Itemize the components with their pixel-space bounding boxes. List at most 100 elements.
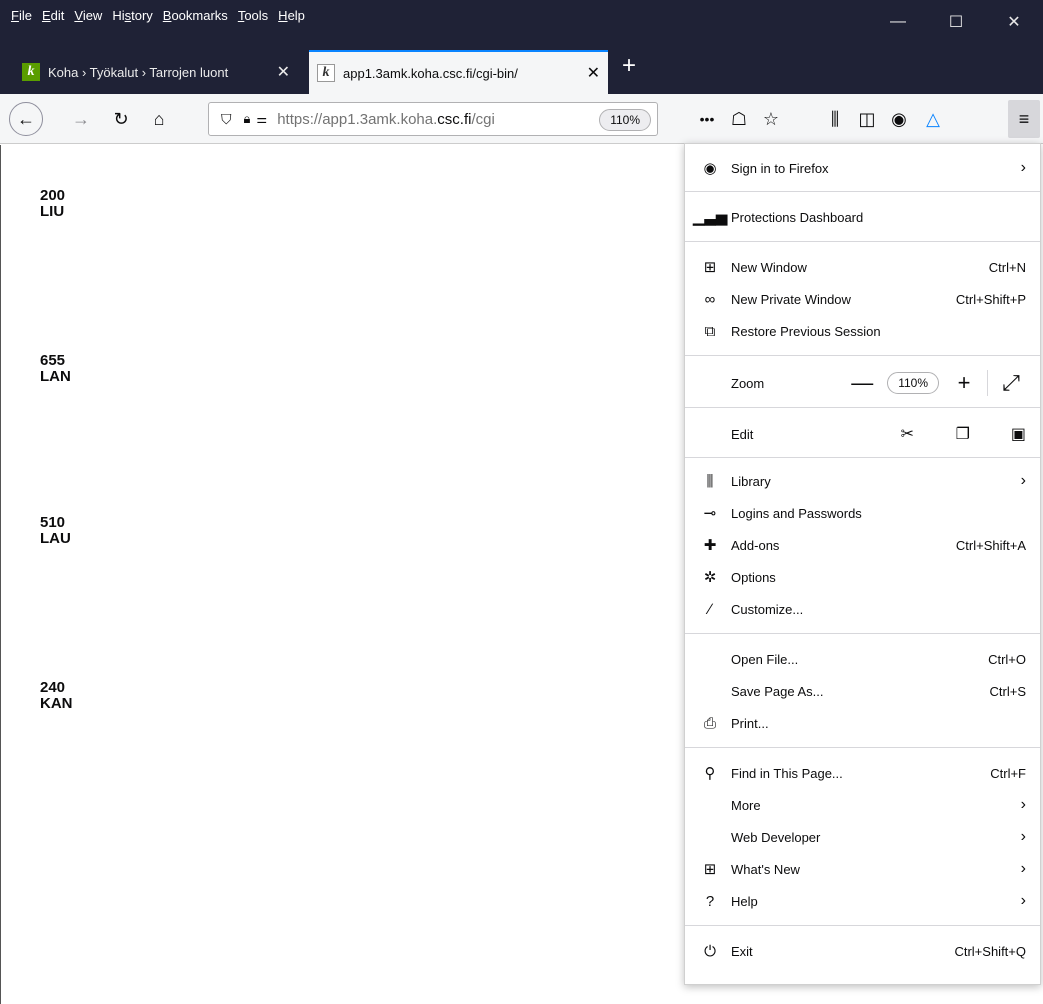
zoom-out-button[interactable]: — [847, 370, 877, 396]
url-bar[interactable]: ⛉ 🔒︎ ⚌ https://app1.3amk.koha.csc.fi/cgi… [208, 102, 658, 136]
reload-button[interactable]: ↻ [106, 94, 136, 144]
restore-session-item[interactable]: ⧉ Restore Previous Session [685, 315, 1040, 347]
whats-new-item[interactable]: ⊞ What's New › [685, 853, 1040, 885]
protections-dashboard-item[interactable]: ▁▃▅ Protections Dashboard [685, 201, 1040, 233]
menu-edit[interactable]: Edit [42, 8, 64, 23]
puzzle-icon: ✚ [703, 537, 717, 554]
logins-passwords-item[interactable]: ⊸ Logins and Passwords [685, 497, 1040, 529]
new-tab-button[interactable]: + [622, 52, 636, 80]
add-ons-item[interactable]: ✚ Add-ons Ctrl+Shift+A [685, 529, 1040, 561]
home-icon: ⌂ [153, 108, 165, 129]
menu-bar: File Edit View History Bookmarks Tools H… [6, 0, 310, 44]
chevron-right-icon: › [1020, 892, 1026, 909]
tab-close-icon[interactable]: ✕ [587, 63, 600, 83]
account-icon: ◉ [703, 160, 717, 177]
url-text: https://app1.3amk.koha.csc.fi/cgi [277, 110, 495, 128]
save-page-item[interactable]: Save Page As... Ctrl+S [685, 675, 1040, 707]
permissions-icon[interactable]: ⚌ [256, 112, 267, 126]
open-file-item[interactable]: Open File... Ctrl+O [685, 643, 1040, 675]
zoom-in-button[interactable]: + [949, 370, 979, 396]
menu-view[interactable]: View [74, 8, 102, 23]
maximize-button[interactable]: ☐ [927, 0, 985, 44]
sidebar-icon: ◫ [858, 108, 876, 129]
home-button[interactable]: ⌂ [144, 94, 174, 144]
label-code: LIU [40, 203, 65, 220]
chevron-right-icon: › [1020, 796, 1026, 813]
app-menu-panel: ◉ Sign in to Firefox › ▁▃▅ Protections D… [684, 143, 1041, 985]
menu-bookmarks[interactable]: Bookmarks [163, 8, 228, 23]
bookmark-star-button[interactable]: ☆ [756, 94, 786, 144]
menu-file[interactable]: File [11, 8, 32, 23]
page-actions-button[interactable]: ••• [692, 94, 722, 144]
printer-icon: ⎙ [703, 714, 716, 732]
menu-tools[interactable]: Tools [238, 8, 268, 23]
spine-label: 200 LIU [40, 188, 65, 220]
label-number: 200 [40, 187, 66, 204]
new-window-item[interactable]: ⊞ New Window Ctrl+N [685, 251, 1040, 283]
zoom-reset-button[interactable]: 110% [599, 109, 651, 131]
gift-icon: ⊞ [703, 861, 717, 878]
spine-label: 510 LAU [40, 515, 71, 547]
web-developer-item[interactable]: Web Developer › [685, 821, 1040, 853]
bar-chart-icon: ▁▃▅ [692, 209, 728, 226]
separator [685, 633, 1040, 634]
chevron-right-icon: › [1020, 828, 1026, 845]
forward-button[interactable]: → [66, 94, 96, 144]
separator [685, 407, 1040, 408]
title-bar: File Edit View History Bookmarks Tools H… [0, 0, 1043, 44]
close-window-button[interactable]: ✕ [985, 0, 1043, 44]
tab-close-icon[interactable]: ✕ [277, 62, 290, 82]
sign-in-item[interactable]: ◉ Sign in to Firefox › [685, 152, 1040, 184]
print-item[interactable]: ⎙ Print... [685, 707, 1040, 739]
hamburger-icon: ≡ [1018, 108, 1030, 129]
copy-icon[interactable]: ❐ [914, 424, 970, 444]
cut-icon[interactable]: ✂ [858, 424, 914, 444]
more-item[interactable]: More › [685, 789, 1040, 821]
label-code: LAN [40, 368, 71, 385]
account-button[interactable]: ◉ [884, 94, 914, 144]
reload-icon: ↻ [113, 108, 129, 129]
edit-controls: Edit ✂ ❐ ▣ [731, 424, 1026, 444]
tracking-shield-icon[interactable]: ⛉ [221, 111, 232, 128]
chevron-right-icon: › [1020, 860, 1026, 877]
separator [685, 241, 1040, 242]
customize-item[interactable]: ∕ Customize... [685, 593, 1040, 625]
account-icon: ◉ [891, 108, 907, 129]
sidebar-button[interactable]: ◫ [852, 94, 882, 144]
label-code: LAU [40, 530, 71, 547]
tab-title: Koha › Työkalut › Tarrojen luont [48, 64, 229, 80]
zoom-reset-button[interactable]: 110% [887, 372, 939, 394]
library-icon: ⫼ [706, 472, 714, 490]
search-icon: ⚲ [704, 765, 716, 782]
back-button[interactable]: ← [8, 94, 44, 144]
help-icon: ? [705, 892, 715, 910]
fullscreen-button[interactable]: ⤢ [996, 370, 1026, 396]
tab-koha-cgi[interactable]: k app1.3amk.koha.csc.fi/cgi-bin/ ✕ [309, 50, 608, 94]
exit-item[interactable]: ⏻ Exit Ctrl+Shift+Q [685, 935, 1040, 967]
power-icon: ⏻ [704, 942, 716, 960]
help-item[interactable]: ? Help › [685, 885, 1040, 917]
more-dots-icon: ••• [699, 111, 715, 127]
menu-help[interactable]: Help [278, 8, 305, 23]
back-arrow-icon: ← [9, 102, 43, 136]
tab-koha-labels[interactable]: k Koha › Työkalut › Tarrojen luont ✕ [14, 50, 298, 94]
menu-history[interactable]: History [112, 8, 152, 23]
find-in-page-item[interactable]: ⚲ Find in This Page... Ctrl+F [685, 757, 1040, 789]
new-private-window-item[interactable]: ∞ New Private Window Ctrl+Shift+P [685, 283, 1040, 315]
minimize-button[interactable]: — [869, 0, 927, 44]
separator [685, 925, 1040, 926]
paste-icon[interactable]: ▣ [970, 424, 1026, 444]
private-mask-icon: ∞ [704, 290, 716, 308]
koha-favicon-icon: k [317, 64, 335, 82]
library-item[interactable]: ⫼ Library › [685, 465, 1040, 497]
extension-button[interactable]: △ [918, 94, 948, 144]
library-icon: ⫼ [830, 108, 840, 129]
paintbrush-icon: ∕ [708, 600, 712, 618]
new-window-icon: ⊞ [703, 259, 717, 276]
lock-icon[interactable]: 🔒︎ [244, 111, 251, 127]
label-number: 655 [40, 352, 66, 369]
app-menu-button[interactable]: ≡ [1008, 100, 1040, 138]
options-item[interactable]: ✲ Options [685, 561, 1040, 593]
pocket-button[interactable]: ☖ [724, 94, 754, 144]
library-button[interactable]: ⫼ [820, 94, 850, 144]
